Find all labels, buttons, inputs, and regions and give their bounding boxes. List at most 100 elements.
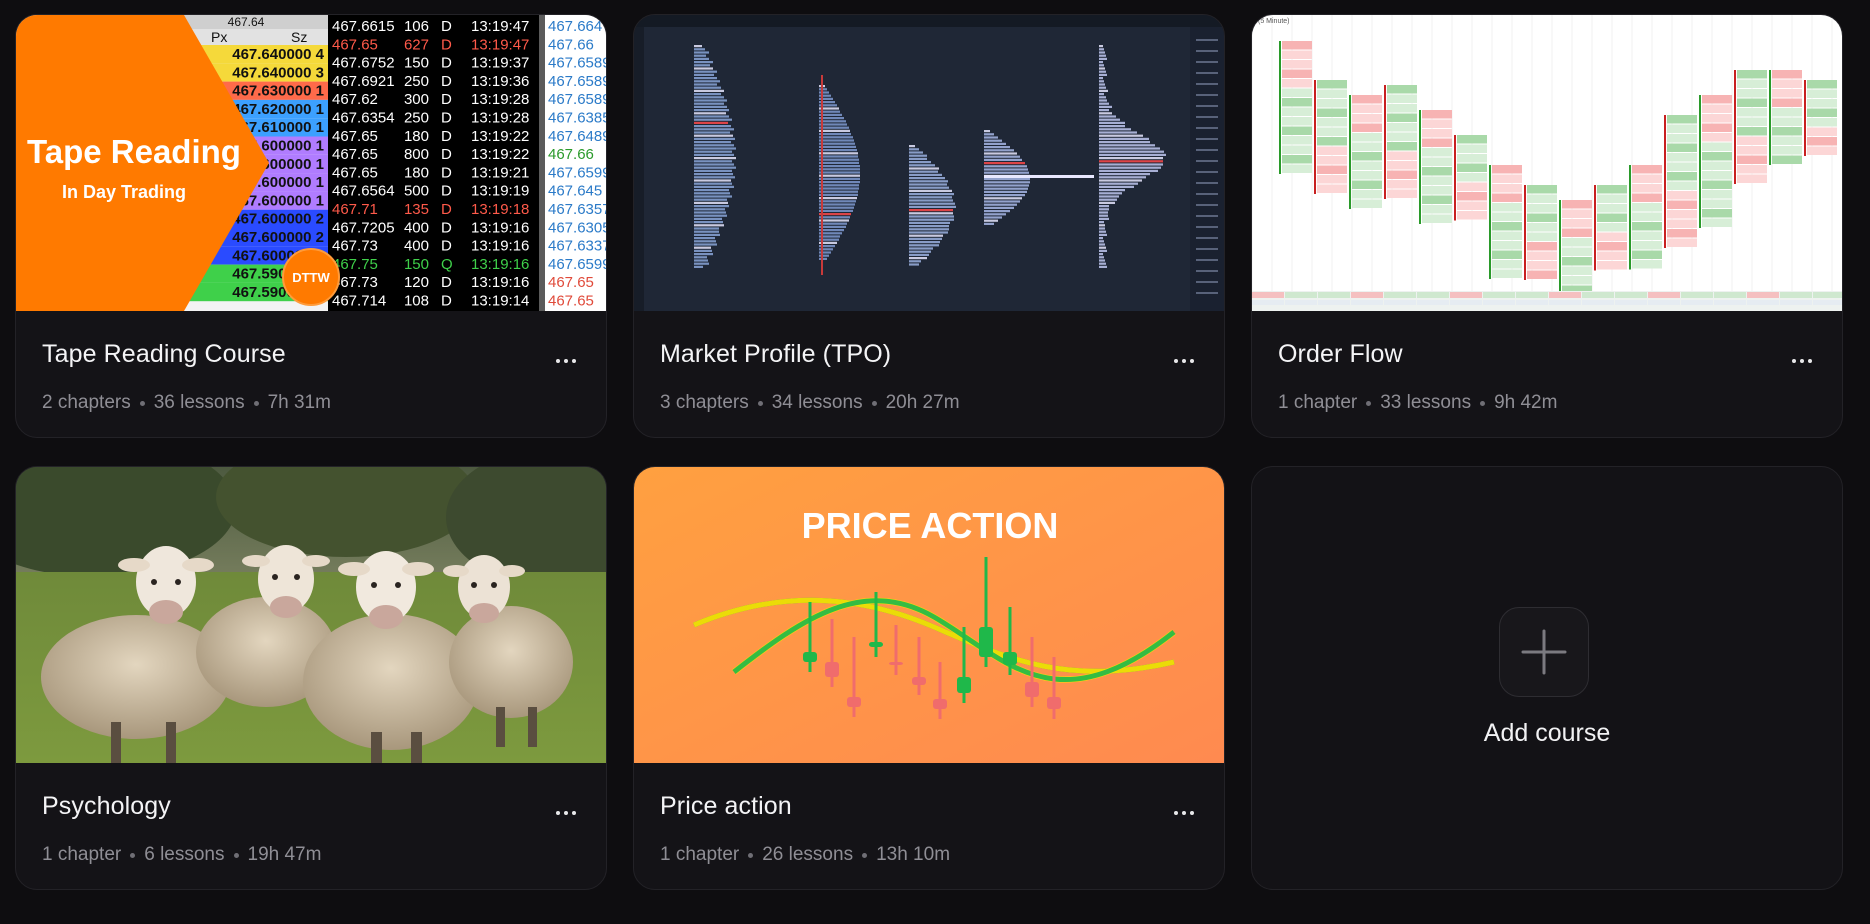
svg-text:D: D — [441, 293, 452, 310]
svg-text:180: 180 — [404, 164, 429, 181]
svg-text:467.640000 3: 467.640000 3 — [232, 64, 324, 81]
svg-text:180: 180 — [404, 128, 429, 145]
more-options-button[interactable] — [550, 351, 582, 371]
chapters-count: 1 chapter — [1278, 392, 1358, 413]
svg-text:400: 400 — [404, 238, 429, 255]
course-meta: 3 chapters 34 lessons 20h 27m — [660, 392, 960, 414]
add-course-card[interactable]: Add course — [1251, 466, 1843, 890]
more-options-button[interactable] — [1168, 803, 1200, 823]
svg-text:467.714: 467.714 — [332, 293, 386, 310]
svg-text:Sz: Sz — [291, 29, 307, 45]
svg-text:467.6615: 467.6615 — [332, 18, 395, 35]
course-thumbnail: PRICE ACTION — [634, 467, 1224, 763]
svg-text:13:19:14: 13:19:14 — [471, 293, 529, 310]
course-duration: 20h 27m — [885, 392, 960, 413]
more-dots-icon — [1174, 359, 1178, 363]
svg-text:400: 400 — [404, 219, 429, 236]
course-card-price-action[interactable]: PRICE ACTION Price action 1 chapter 26 l… — [633, 466, 1225, 890]
svg-text:467.6564: 467.6564 — [332, 183, 395, 200]
svg-text:467.600000 2: 467.600000 2 — [232, 229, 324, 246]
price-action-thumb-title: PRICE ACTION — [802, 505, 1059, 546]
course-title[interactable]: Psychology — [42, 792, 171, 821]
course-thumbnail: (5 Minute) — [1252, 15, 1842, 311]
svg-text:13:19:16: 13:19:16 — [471, 238, 529, 255]
svg-text:467.65: 467.65 — [332, 146, 378, 163]
svg-text:D: D — [441, 18, 452, 35]
svg-text:467.640000 4: 467.640000 4 — [232, 46, 324, 63]
svg-text:467.6589: 467.6589 — [548, 55, 607, 72]
separator-dot — [871, 400, 877, 406]
separator-dot — [1480, 400, 1486, 406]
more-dots-icon — [556, 811, 560, 815]
separator-dot — [130, 852, 136, 858]
svg-text:467.65: 467.65 — [332, 164, 378, 181]
chapters-count: 3 chapters — [660, 392, 749, 413]
svg-text:800: 800 — [404, 146, 429, 163]
svg-text:250: 250 — [404, 110, 429, 127]
svg-text:467.630000 1: 467.630000 1 — [232, 83, 324, 100]
course-meta: 1 chapter 33 lessons 9h 42m — [1278, 392, 1557, 414]
course-duration: 7h 31m — [267, 392, 331, 413]
separator-dot — [233, 852, 239, 858]
course-title[interactable]: Order Flow — [1278, 340, 1403, 369]
svg-text:13:19:37: 13:19:37 — [471, 55, 529, 72]
course-title[interactable]: Tape Reading Course — [42, 340, 286, 369]
svg-text:13:19:28: 13:19:28 — [471, 91, 529, 108]
more-options-button[interactable] — [550, 803, 582, 823]
separator-dot — [757, 400, 763, 406]
course-card-psychology[interactable]: Psychology 1 chapter 6 lessons 19h 47m — [15, 466, 607, 890]
separator-dot — [139, 400, 145, 406]
svg-text:467.6337: 467.6337 — [548, 238, 607, 255]
svg-text:500: 500 — [404, 183, 429, 200]
svg-text:467.664: 467.664 — [548, 18, 602, 35]
svg-text:467.66: 467.66 — [548, 36, 594, 53]
add-course-button[interactable] — [1499, 607, 1589, 697]
more-options-button[interactable] — [1786, 351, 1818, 371]
svg-text:D: D — [441, 274, 452, 291]
svg-text:Q: Q — [441, 256, 453, 273]
svg-text:13:19:22: 13:19:22 — [471, 146, 529, 163]
svg-text:467.65: 467.65 — [332, 36, 378, 53]
svg-text:467.65: 467.65 — [332, 128, 378, 145]
chapters-count: 2 chapters — [42, 392, 131, 413]
course-thumbnail — [16, 467, 606, 763]
svg-text:13:19:16: 13:19:16 — [471, 256, 529, 273]
dttw-badge: DTTW — [292, 270, 330, 285]
course-meta: 1 chapter 26 lessons 13h 10m — [660, 844, 950, 866]
svg-text:467.600000 2: 467.600000 2 — [232, 211, 324, 228]
course-card-tape-reading[interactable]: 467.64 Px Sz 467.640000 4 467.640000 3 467.63… — [15, 14, 607, 438]
more-dots-icon — [1792, 359, 1796, 363]
svg-text:13:19:47: 13:19:47 — [471, 18, 529, 35]
more-options-button[interactable] — [1168, 351, 1200, 371]
svg-text:D: D — [441, 238, 452, 255]
svg-text:467.73: 467.73 — [332, 238, 378, 255]
svg-text:467.62: 467.62 — [332, 91, 378, 108]
svg-text:13:19:18: 13:19:18 — [471, 201, 529, 218]
svg-text:467.6385: 467.6385 — [548, 110, 607, 127]
course-meta: 1 chapter 6 lessons 19h 47m — [42, 844, 321, 866]
svg-text:467.6354: 467.6354 — [332, 110, 395, 127]
more-dots-icon — [556, 359, 560, 363]
svg-text:467.66: 467.66 — [548, 146, 594, 163]
course-card-order-flow[interactable]: (5 Minute) Order Flow 1 chapter 33 lesso… — [1251, 14, 1843, 438]
svg-text:D: D — [441, 164, 452, 181]
plus-icon — [1521, 629, 1567, 675]
svg-text:D: D — [441, 110, 452, 127]
svg-text:120: 120 — [404, 274, 429, 291]
svg-text:467.65: 467.65 — [548, 274, 594, 291]
svg-text:467.6489: 467.6489 — [548, 128, 607, 145]
svg-text:D: D — [441, 219, 452, 236]
lessons-count: 26 lessons — [762, 844, 854, 865]
svg-text:467.64: 467.64 — [228, 15, 265, 29]
svg-text:Px: Px — [211, 29, 227, 45]
separator-dot — [1366, 400, 1372, 406]
svg-text:D: D — [441, 91, 452, 108]
course-title[interactable]: Market Profile (TPO) — [660, 340, 891, 369]
svg-text:467.645: 467.645 — [548, 183, 602, 200]
svg-text:467.6921: 467.6921 — [332, 73, 395, 90]
course-title[interactable]: Price action — [660, 792, 792, 821]
add-course-label[interactable]: Add course — [1252, 719, 1842, 748]
course-card-market-profile[interactable]: Market Profile (TPO) 3 chapters 34 lesso… — [633, 14, 1225, 438]
svg-text:13:19:21: 13:19:21 — [471, 164, 529, 181]
course-meta: 2 chapters 36 lessons 7h 31m — [42, 392, 331, 414]
